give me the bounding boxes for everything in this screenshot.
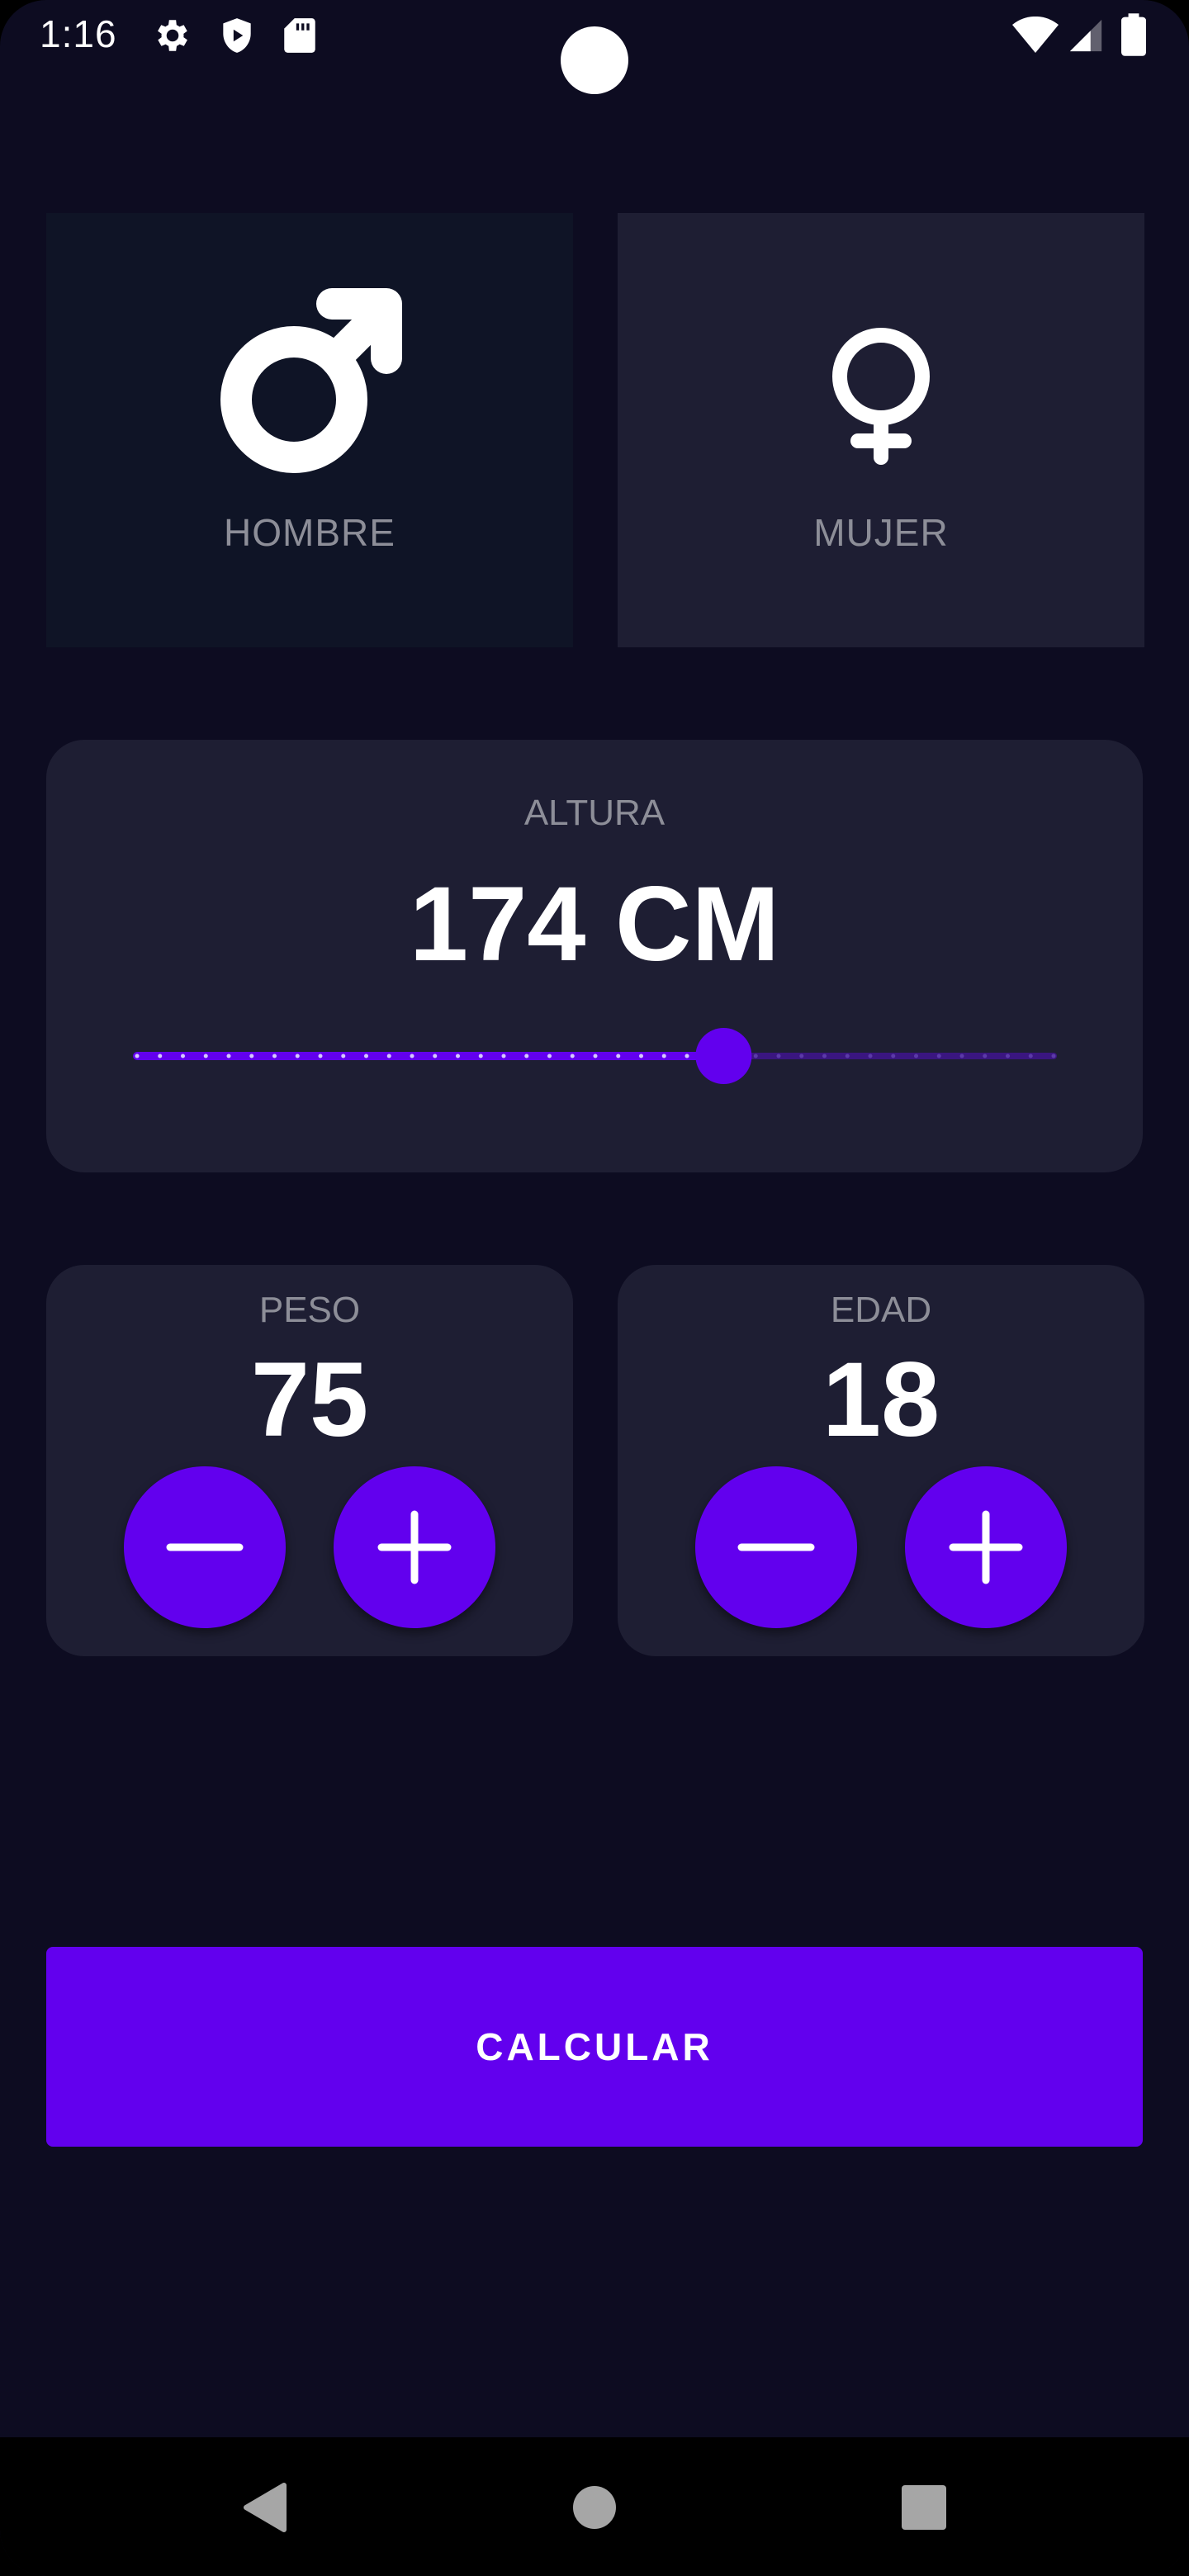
height-card: ALTURA 174 CM (46, 740, 1143, 1172)
slider-tick (341, 1054, 346, 1058)
sd-card-icon (281, 15, 319, 60)
back-icon[interactable] (226, 2470, 301, 2545)
slider-tick (661, 1054, 666, 1058)
age-card: EDAD 18 (618, 1265, 1144, 1656)
shield-play-icon (216, 15, 258, 60)
home-icon[interactable] (557, 2470, 632, 2545)
recents-icon[interactable] (887, 2470, 961, 2545)
plus-icon (377, 1510, 452, 1584)
slider-tick (501, 1054, 506, 1058)
weight-label: PESO (258, 1290, 361, 1330)
slider-tick (845, 1054, 850, 1058)
male-icon (220, 288, 402, 473)
signal-icon (1067, 17, 1105, 59)
slider-tick (1028, 1054, 1033, 1058)
slider-tick (822, 1054, 827, 1058)
minus-icon (166, 1543, 244, 1551)
weight-value: 75 (250, 1341, 369, 1459)
slider-tick (181, 1054, 185, 1058)
female-icon (832, 328, 930, 465)
weight-increment-button[interactable] (334, 1466, 495, 1628)
calculate-button[interactable]: CALCULAR (46, 1947, 1143, 2147)
slider-tick (364, 1054, 368, 1058)
slider-tick (1006, 1054, 1010, 1058)
age-value: 18 (822, 1341, 940, 1459)
weight-card: PESO 75 (46, 1265, 573, 1656)
slider-ticks (135, 1054, 1056, 1058)
height-slider[interactable] (46, 740, 1143, 1172)
slider-tick (799, 1054, 804, 1058)
slider-tick (685, 1054, 689, 1058)
slider-tick (547, 1054, 552, 1058)
status-time: 1:16 (40, 12, 117, 55)
slider-tick (410, 1054, 414, 1058)
age-increment-button[interactable] (905, 1466, 1067, 1628)
slider-tick (936, 1054, 941, 1058)
age-decrement-button[interactable] (695, 1466, 857, 1628)
slider-tick (914, 1054, 918, 1058)
slider-tick (158, 1054, 163, 1058)
navigation-bar (0, 2437, 1189, 2576)
slider-tick (616, 1054, 621, 1058)
slider-tick (135, 1054, 140, 1058)
slider-tick (570, 1054, 575, 1058)
app-screen: 1:16 HOMBRE MUJER ALTURA 174 CM PESO 75 … (0, 0, 1189, 2576)
wifi-icon (1012, 16, 1059, 60)
slider-tick (868, 1054, 873, 1058)
slider-tick (295, 1054, 300, 1058)
slider-tick (203, 1054, 208, 1058)
slider-tick (959, 1054, 964, 1058)
slider-tick (478, 1054, 483, 1058)
slider-tick (249, 1054, 254, 1058)
slider-tick (891, 1054, 896, 1058)
gender-male-card[interactable]: HOMBRE (46, 213, 573, 647)
weight-decrement-button[interactable] (124, 1466, 286, 1628)
slider-tick (524, 1054, 529, 1058)
camera-cutout (561, 26, 628, 94)
slider-tick (776, 1054, 781, 1058)
slider-tick (753, 1054, 758, 1058)
gear-icon (152, 15, 193, 60)
gender-female-label: MUJER (813, 511, 949, 554)
slider-tick (456, 1054, 460, 1058)
slider-thumb (695, 1028, 752, 1084)
slider-tick (1051, 1054, 1056, 1058)
slider-tick (639, 1054, 643, 1058)
slider-tick (272, 1054, 277, 1058)
slider-tick (226, 1054, 231, 1058)
plus-icon (949, 1510, 1023, 1584)
slider-tick (386, 1054, 391, 1058)
minus-icon (737, 1543, 815, 1551)
battery-icon (1121, 13, 1146, 60)
slider-tick (318, 1054, 323, 1058)
slider-tick (433, 1054, 438, 1058)
slider-tick (593, 1054, 598, 1058)
gender-female-card[interactable]: MUJER (618, 213, 1144, 647)
age-label: EDAD (830, 1290, 932, 1330)
slider-tick (983, 1054, 988, 1058)
gender-male-label: HOMBRE (224, 511, 396, 554)
